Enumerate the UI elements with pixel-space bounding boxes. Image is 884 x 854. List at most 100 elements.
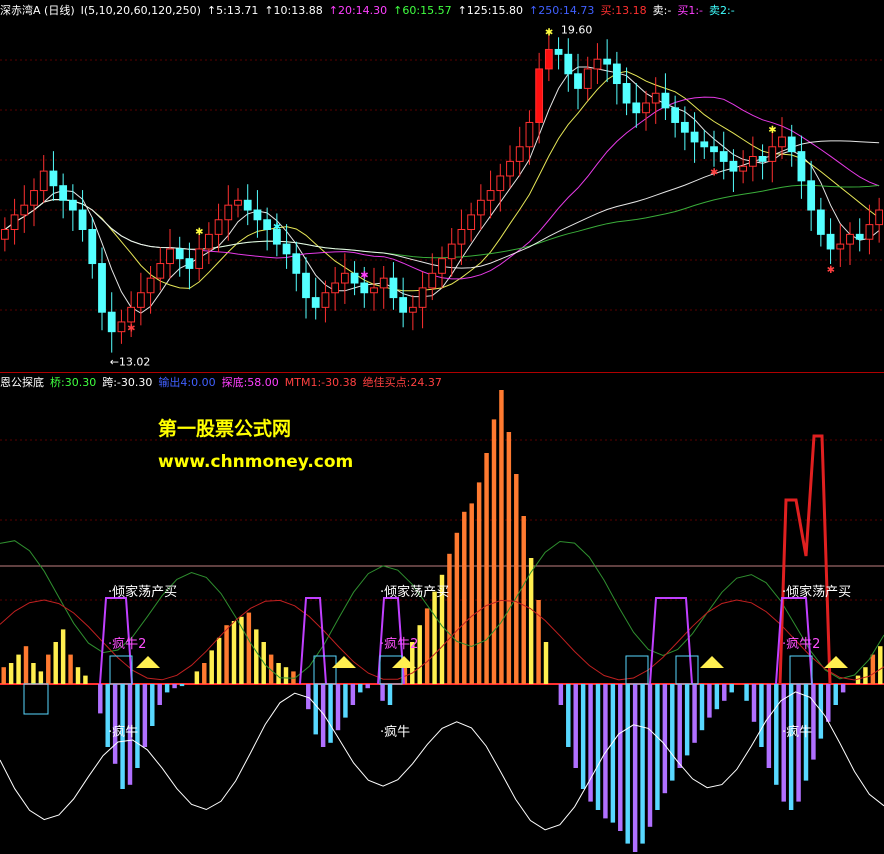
candle-body-90 [875,209,884,226]
ind-bar-104 [774,684,779,785]
indicator-value-2: 跨:-30.30 [102,376,153,389]
ind-signal-label-4: ·疯牛2 [380,636,418,652]
candle-body-60 [583,68,592,89]
candle-body-69 [671,107,680,123]
ind-bar-63 [469,503,474,684]
candle-body-7 [68,199,77,211]
ind-bar-61 [454,532,460,684]
candle-body-17 [166,248,174,265]
ind-signal-label-1: ·倾家荡产买 [380,584,449,600]
ind-bar-15 [112,684,118,764]
candle-body-41 [399,297,408,313]
candle-body-10 [98,263,106,313]
candle-body-23 [224,204,233,221]
ind-box-0 [23,683,49,715]
candle-body-57 [554,48,563,55]
candle-body-55 [535,68,544,123]
candle-body-19 [185,258,194,269]
candle-body-25 [243,199,252,211]
candle-body-67 [651,92,660,104]
candle-body-78 [758,156,767,162]
candle-body-45 [438,258,446,274]
panel-divider [0,372,884,373]
candle-body-12 [117,321,126,333]
candle-body-63 [612,63,621,85]
ind-bar-107 [796,684,801,802]
ind-bar-3 [23,646,29,684]
candle-body-75 [729,160,738,172]
ind-bar-6 [46,654,51,684]
indicator-value-5: MTM1:-30.38 [284,376,357,389]
ind-bar-85 [632,684,638,852]
candle-body-66 [642,102,650,114]
indicator-value-3: 输出4:0.00 [158,376,216,389]
ind-bar-109 [811,684,816,760]
ind-bar-44 [328,684,333,743]
ind-signal-label-2: ·倾家荡产买 [782,584,851,600]
ind-bar-83 [618,684,623,831]
watermark-title: 第一股票公式网 [158,418,292,440]
ma-value-0: ↑5:13.71 [206,4,259,17]
ind-triangle-4 [824,656,848,668]
candle-body-68 [661,92,670,109]
candle-body-58 [564,53,573,75]
ind-bar-11 [83,675,88,684]
indicator-value-4: 探底:58.00 [221,376,279,389]
indicator-value-6: 绝佳买点:24.37 [362,376,442,389]
candle-body-46 [447,243,456,260]
ind-bar-97 [722,684,727,701]
candle-body-76 [739,165,748,172]
ind-bar-68 [506,432,512,684]
ind-bar-69 [514,474,519,684]
candle-body-59 [574,73,582,89]
ind-white-line [0,691,884,831]
candle-body-74 [719,151,728,162]
ind-bar-21 [157,684,162,705]
candle-body-30 [292,253,301,274]
candle-body-21 [204,233,213,250]
ind-bar-4 [31,663,36,684]
candle-body-9 [88,228,97,265]
ma-value-3: ↑60:15.57 [393,4,452,17]
candle-body-32 [311,297,320,308]
candle-body-64 [622,83,631,104]
ind-bar-1 [8,663,14,684]
ind-box-5 [675,655,699,685]
ind-bar-100 [744,684,749,701]
indicator-value-0: 恩公探底 [0,376,44,389]
ind-bar-64 [476,482,482,684]
ind-bar-90 [670,684,675,781]
candle-body-22 [214,219,223,235]
ind-bar-23 [172,684,177,689]
ind-bar-106 [788,684,794,810]
signal-value-1: 卖:- [652,4,672,17]
candle-body-24 [234,199,242,206]
candle-body-20 [195,248,204,269]
ind-bar-84 [625,684,630,844]
ind-bar-73 [543,642,549,684]
ind-bar-27 [202,663,207,684]
candle-body-4 [39,170,48,192]
candle-body-42 [408,306,417,313]
candle-body-80 [778,136,786,148]
stock-name: 深赤湾A (日线) [0,4,75,17]
ind-bar-33 [246,612,252,684]
candle-body-15 [146,277,155,294]
ind-bar-79 [588,684,593,802]
ind-bar-10 [75,667,81,684]
candle-body-48 [467,214,476,230]
ind-bar-62 [462,511,467,684]
stock-chart[interactable]: ✱ ✱ ✱ ✱ ✱ ✱ ✱ ✱ 19.60 ←13.02 ·倾家荡产买 ·倾家荡产买 ·倾家荡产买… [0,0,884,854]
candle-body-14 [136,292,145,308]
ind-bar-2 [16,654,21,684]
ind-bar-38 [283,667,289,684]
candle-body-27 [263,219,272,230]
candle-body-38 [370,287,378,294]
candle-body-1 [10,214,19,230]
ind-bar-8 [60,629,66,684]
ind-bar-42 [313,684,318,735]
candle-body-6 [59,185,68,201]
ind-bar-82 [610,684,616,823]
candle-body-11 [107,311,116,333]
ind-bar-81 [603,684,608,819]
